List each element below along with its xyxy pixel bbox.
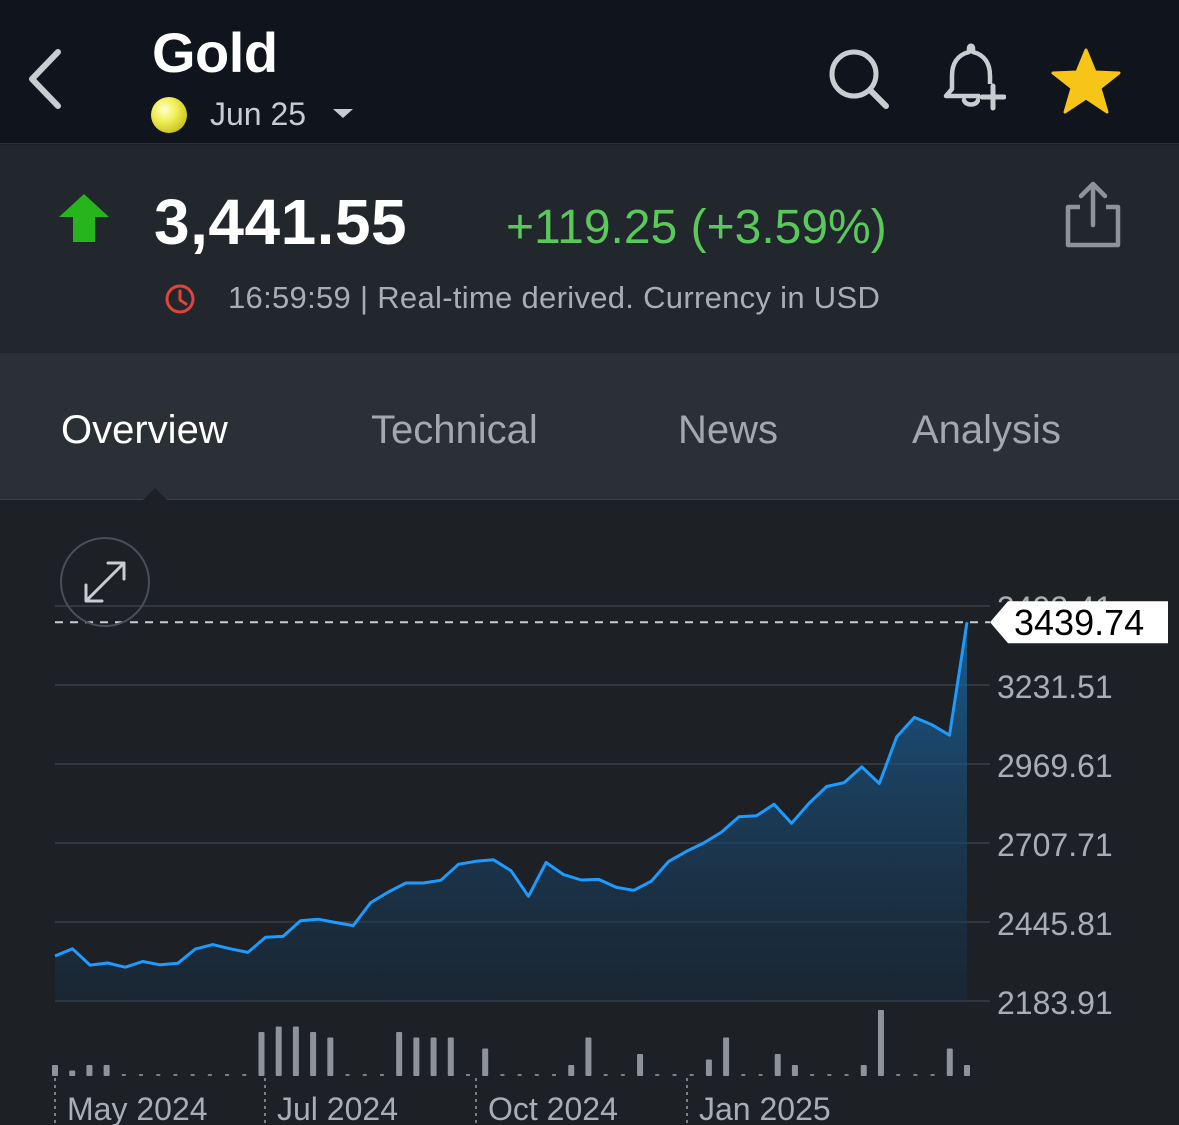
- volume-bar: [741, 1074, 746, 1076]
- volume-bar: [844, 1074, 849, 1076]
- instrument-title: Gold: [152, 21, 278, 84]
- volume-bar: [413, 1037, 420, 1076]
- volume-bar: [552, 1074, 557, 1076]
- tab-bar: Overview Technical News Analysis: [0, 353, 1179, 500]
- volume-bar: [139, 1074, 144, 1076]
- volume-bar: [121, 1074, 126, 1076]
- gold-coin-icon: [151, 97, 187, 133]
- volume-bar: [396, 1032, 403, 1076]
- x-tick-label: Jul 2024: [277, 1091, 398, 1125]
- volume-bar: [190, 1074, 195, 1076]
- quote-panel: 3,441.55 +119.25 (+3.59%) 16:59:59 | Rea…: [0, 145, 1179, 353]
- quote-meta: 16:59:59 | Real-time derived. Currency i…: [228, 280, 881, 315]
- chevron-left-icon[interactable]: [22, 44, 72, 114]
- volume-bar: [877, 1010, 884, 1076]
- tab-technical[interactable]: Technical: [371, 408, 538, 453]
- star-icon[interactable]: [1050, 48, 1122, 116]
- volume-bar: [930, 1074, 935, 1076]
- share-icon[interactable]: [1062, 179, 1124, 249]
- y-tick-label: 2969.61: [997, 748, 1113, 784]
- volume-bar: [534, 1074, 539, 1076]
- top-bar: Gold Jun 25: [0, 0, 1179, 144]
- current-price-label: 3439.74: [1014, 602, 1144, 643]
- volume-bar: [774, 1054, 781, 1076]
- y-tick-label: 2707.71: [997, 827, 1113, 863]
- volume-bar: [430, 1037, 437, 1076]
- clock-icon: [165, 284, 195, 314]
- volume-bar: [964, 1065, 970, 1076]
- volume-bar: [86, 1065, 93, 1076]
- volume-bar: [637, 1054, 644, 1076]
- tab-news[interactable]: News: [678, 408, 778, 453]
- expand-icon: [84, 561, 126, 603]
- contract-selector[interactable]: Jun 25: [210, 96, 306, 133]
- volume-bar: [69, 1070, 76, 1076]
- volume-bar: [791, 1065, 798, 1076]
- volume-bar: [860, 1065, 867, 1076]
- x-tick-label: Oct 2024: [488, 1091, 618, 1125]
- volume-bar: [620, 1074, 625, 1076]
- volume-bar: [810, 1074, 815, 1076]
- volume-bar: [345, 1074, 350, 1076]
- x-tick-label: Jan 2025: [699, 1091, 831, 1125]
- up-arrow-icon: [59, 194, 109, 242]
- volume-bar: [447, 1037, 454, 1076]
- y-tick-label: 2445.81: [997, 906, 1113, 942]
- active-tab-indicator: [142, 488, 168, 501]
- volume-bar: [689, 1074, 694, 1076]
- bell-plus-icon[interactable]: [936, 42, 1006, 112]
- volume-bar: [705, 1059, 712, 1076]
- expand-chart-button[interactable]: [60, 537, 150, 627]
- volume-bar: [482, 1048, 489, 1076]
- volume-bar: [379, 1074, 384, 1076]
- volume-bar: [362, 1074, 367, 1076]
- volume-bar: [568, 1065, 575, 1076]
- volume-bar: [946, 1048, 953, 1076]
- volume-bar: [225, 1074, 230, 1076]
- x-tick-label: May 2024: [67, 1091, 208, 1125]
- volume-bar: [723, 1037, 730, 1076]
- volume-bar: [275, 1026, 282, 1076]
- volume-bar: [827, 1074, 832, 1076]
- chevron-down-icon[interactable]: [333, 109, 353, 118]
- volume-bar: [585, 1037, 592, 1076]
- volume-bar: [517, 1074, 522, 1076]
- volume-bar: [242, 1074, 247, 1076]
- search-icon[interactable]: [826, 46, 890, 110]
- volume-bar: [103, 1065, 110, 1076]
- volume-bar: [207, 1074, 212, 1076]
- volume-bar: [758, 1074, 763, 1076]
- volume-bar: [156, 1074, 161, 1076]
- volume-bar: [327, 1037, 334, 1076]
- volume-bar: [500, 1074, 505, 1076]
- volume-bar: [310, 1032, 317, 1076]
- price-chart[interactable]: 3493.413231.512969.612707.712445.812183.…: [0, 501, 1179, 1125]
- volume-bar: [655, 1074, 660, 1076]
- volume-bar: [672, 1074, 677, 1076]
- volume-bar: [258, 1032, 265, 1076]
- volume-bar: [173, 1074, 178, 1076]
- last-price: 3,441.55: [154, 186, 408, 258]
- volume-bar: [603, 1074, 608, 1076]
- y-tick-label: 2183.91: [997, 985, 1113, 1021]
- tab-analysis[interactable]: Analysis: [912, 408, 1061, 453]
- y-tick-label: 3231.51: [997, 669, 1113, 705]
- price-area: [55, 622, 967, 1001]
- volume-bar: [465, 1074, 470, 1076]
- volume-bar: [292, 1026, 299, 1076]
- price-change: +119.25 (+3.59%): [506, 201, 887, 254]
- volume-bar: [52, 1065, 58, 1076]
- volume-bar: [896, 1074, 901, 1076]
- tab-overview[interactable]: Overview: [61, 408, 228, 453]
- volume-bar: [913, 1074, 918, 1076]
